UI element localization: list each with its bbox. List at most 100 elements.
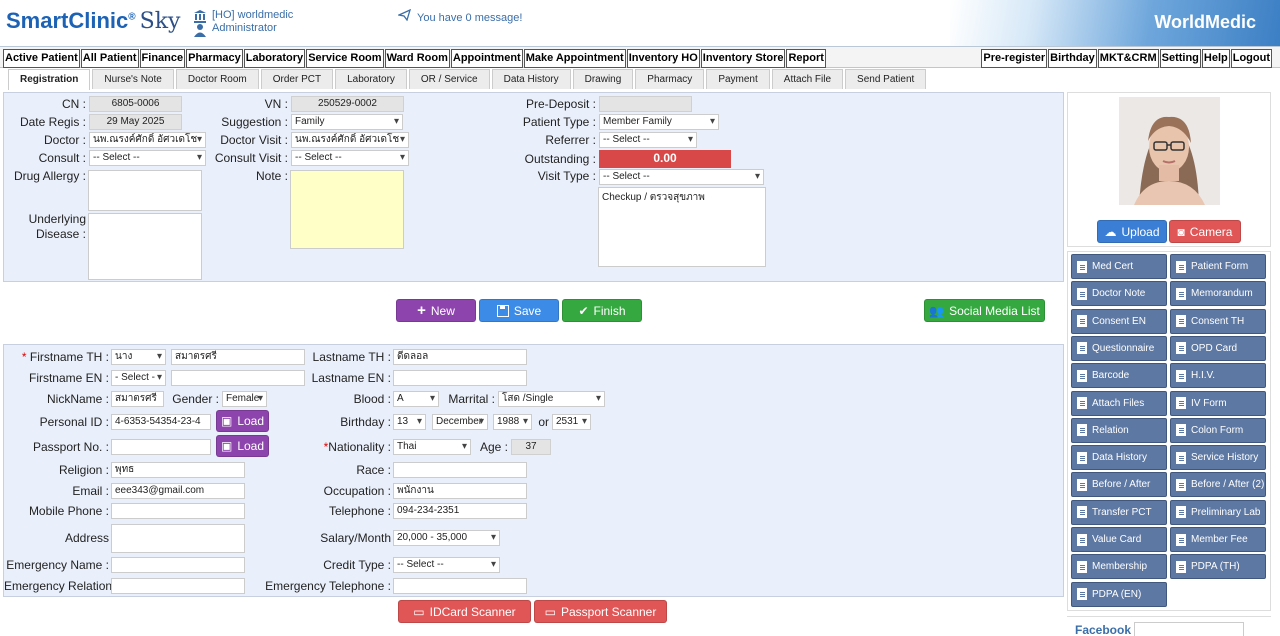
blood-select[interactable]: A — [393, 391, 439, 407]
menu-item-service-room[interactable]: Service Room — [306, 49, 384, 68]
membership-button[interactable]: Membership — [1071, 554, 1167, 580]
visit-type-select[interactable]: -- Select -- — [599, 169, 764, 185]
menu-item-logout[interactable]: Logout — [1230, 49, 1272, 68]
menu-item-active-patient[interactable]: Active Patient — [3, 49, 80, 68]
facebook-input[interactable] — [1134, 622, 1244, 636]
barcode-button[interactable]: Barcode — [1071, 363, 1167, 389]
prefix-en-select[interactable]: - Select - — [111, 370, 166, 386]
gender-select[interactable]: Female — [222, 391, 267, 407]
attach-files-button[interactable]: Attach Files — [1071, 390, 1167, 416]
memorandum-button[interactable]: Memorandum — [1170, 281, 1266, 307]
menu-item-birthday[interactable]: Birthday — [1048, 49, 1097, 68]
tab-drawing[interactable]: Drawing — [572, 69, 634, 89]
message-link[interactable]: You have 0 message! — [396, 8, 522, 24]
consent-en-button[interactable]: Consent EN — [1071, 308, 1167, 334]
menu-item-inventory-ho[interactable]: Inventory HO — [626, 49, 700, 68]
nickname-input[interactable]: สมาตรศรี — [111, 391, 164, 407]
preliminary-lab-button[interactable]: Preliminary Lab — [1170, 499, 1266, 525]
app-logo[interactable]: SmartClinic® Sky — [6, 8, 180, 34]
colon-form-button[interactable]: Colon Form — [1170, 417, 1266, 443]
opd-card-button[interactable]: OPD Card — [1170, 335, 1266, 361]
consult-visit-select[interactable]: -- Select -- — [291, 150, 409, 166]
doctor-select[interactable]: นพ.ณรงค์ศักดิ์ อัศวเดโช — [89, 132, 206, 148]
pdpa-th-button[interactable]: PDPA (TH) — [1170, 554, 1266, 580]
doctor-visit-select[interactable]: นพ.ณรงค์ศักดิ์ อัศวเดโช — [291, 132, 409, 148]
birth-month-select[interactable]: December — [432, 414, 488, 430]
birth-year-select[interactable]: 1988 — [493, 414, 532, 430]
data-history-button[interactable]: Data History — [1071, 445, 1167, 471]
before-after-button[interactable]: Before / After — [1071, 472, 1167, 498]
new-button[interactable]: + New — [396, 299, 476, 322]
emergency-relation-input[interactable] — [111, 578, 245, 594]
social-media-list-button[interactable]: 👥 Social Media List — [924, 299, 1045, 322]
tab-data-history[interactable]: Data History — [491, 69, 571, 89]
pdpa-en-button[interactable]: PDPA (EN) — [1071, 581, 1167, 607]
menu-item-inventory-store[interactable]: Inventory Store — [700, 49, 786, 68]
tab-attach-file[interactable]: Attach File — [771, 69, 844, 89]
passport-input[interactable] — [111, 439, 211, 455]
finish-button[interactable]: ✔ Finish — [562, 299, 642, 322]
upload-button[interactable]: ☁ Upload — [1097, 220, 1167, 243]
menu-item-report[interactable]: Report — [786, 49, 826, 68]
menu-item-pharmacy[interactable]: Pharmacy — [186, 49, 243, 68]
underlying-disease-textarea[interactable] — [88, 213, 202, 280]
menu-item-laboratory[interactable]: Laboratory — [243, 49, 306, 68]
camera-button[interactable]: ◙ Camera — [1169, 220, 1241, 243]
load-id-button[interactable]: ▣ Load — [216, 410, 269, 432]
menu-item-mkt-crm[interactable]: MKT&CRM — [1097, 49, 1159, 68]
relation-button[interactable]: Relation — [1071, 417, 1167, 443]
menu-item-appointment[interactable]: Appointment — [450, 49, 523, 68]
address-textarea[interactable] — [111, 524, 245, 553]
value-card-button[interactable]: Value Card — [1071, 527, 1167, 552]
credit-type-select[interactable]: -- Select -- — [393, 557, 500, 573]
doctor-note-button[interactable]: Doctor Note — [1071, 281, 1167, 307]
lastname-en-input[interactable] — [393, 370, 527, 386]
tab-pharmacy[interactable]: Pharmacy — [635, 69, 705, 89]
religion-input[interactable]: พุทธ — [111, 462, 245, 478]
note-textarea[interactable] — [290, 170, 404, 249]
tab-registration[interactable]: Registration — [8, 69, 91, 90]
iv-form-button[interactable]: IV Form — [1170, 390, 1266, 416]
suggestion-select[interactable]: Family — [291, 114, 403, 130]
save-button[interactable]: Save — [479, 299, 559, 322]
med-cert-button[interactable]: Med Cert — [1071, 254, 1167, 279]
drug-allergy-textarea[interactable] — [88, 170, 202, 211]
patient-form-button[interactable]: Patient Form — [1170, 254, 1266, 279]
email-input[interactable]: eee343@gmail.com — [111, 483, 245, 499]
menu-item-ward-room[interactable]: Ward Room — [384, 49, 450, 68]
personal-id-input[interactable]: 4-6353-54354-23-4 — [111, 414, 211, 430]
service-history-button[interactable]: Service History — [1170, 445, 1266, 471]
lastname-th-input[interactable]: ดีดลอล — [393, 349, 527, 365]
birth-year-th-select[interactable]: 2531 — [552, 414, 591, 430]
consent-th-button[interactable]: Consent TH — [1170, 308, 1266, 334]
menu-item-help[interactable]: Help — [1201, 49, 1230, 68]
menu-item-pre-register[interactable]: Pre-register — [981, 49, 1048, 68]
tab-nurse-s-note[interactable]: Nurse's Note — [92, 69, 174, 89]
mobile-phone-input[interactable] — [111, 503, 245, 519]
tab-or-service[interactable]: OR / Service — [408, 69, 490, 89]
load-passport-button[interactable]: ▣ Load — [216, 435, 269, 457]
emergency-telephone-input[interactable] — [393, 578, 527, 594]
race-input[interactable] — [393, 462, 527, 478]
before-after-2-button[interactable]: Before / After (2) — [1170, 472, 1266, 498]
visit-note-textarea[interactable]: Checkup / ตรวจสุขภาพ — [598, 187, 766, 267]
tab-order-pct[interactable]: Order PCT — [260, 69, 334, 89]
questionnaire-button[interactable]: Questionnaire — [1071, 335, 1167, 361]
salary-select[interactable]: 20,000 - 35,000 — [393, 530, 500, 546]
passport-scanner-button[interactable]: ▭ Passport Scanner — [534, 600, 667, 623]
emergency-name-input[interactable] — [111, 557, 245, 573]
prefix-th-select[interactable]: นาง — [111, 349, 166, 365]
patient-type-select[interactable]: Member Family — [599, 114, 719, 130]
telephone-input[interactable]: 094-234-2351 — [393, 503, 527, 519]
tab-laboratory[interactable]: Laboratory — [335, 69, 407, 89]
tab-send-patient[interactable]: Send Patient — [845, 69, 927, 89]
menu-item-all-patient[interactable]: All Patient — [80, 49, 139, 68]
referrer-select[interactable]: -- Select -- — [599, 132, 697, 148]
menu-item-finance[interactable]: Finance — [139, 49, 186, 68]
member-fee-button[interactable]: Member Fee — [1170, 527, 1266, 552]
nationality-select[interactable]: Thai — [393, 439, 471, 455]
occupation-input[interactable]: พนักงาน — [393, 483, 527, 499]
birth-day-select[interactable]: 13 — [393, 414, 426, 430]
consult-select[interactable]: -- Select -- — [89, 150, 206, 166]
tab-payment[interactable]: Payment — [706, 69, 770, 89]
